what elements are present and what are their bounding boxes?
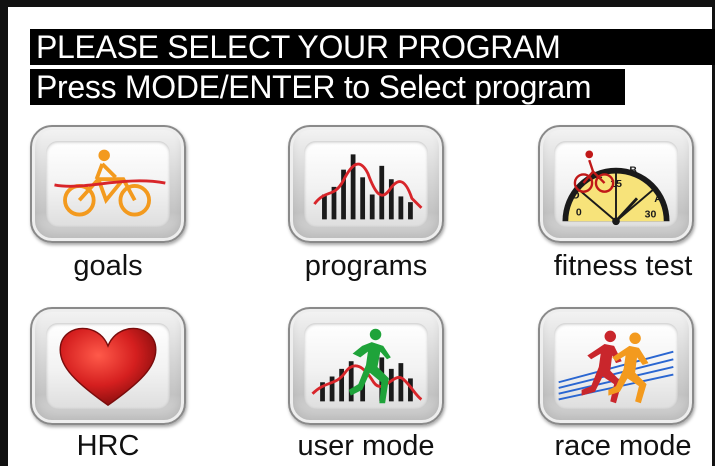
hrc-label: HRC xyxy=(76,430,140,462)
fitness-test-label: fitness test xyxy=(553,250,693,282)
programs-label: programs xyxy=(304,250,428,282)
goals-button-face xyxy=(46,141,170,227)
race-mode-button[interactable] xyxy=(538,307,694,425)
runner-on-graph-icon xyxy=(311,328,423,404)
user-mode-button-face xyxy=(304,323,428,409)
gauge-zone-b: B xyxy=(629,164,637,176)
two-runners-icon xyxy=(558,330,674,404)
speedometer-gauge-icon: 0 15 30 B C D A xyxy=(562,150,670,226)
race-mode-button-face xyxy=(554,323,678,409)
goals-button[interactable] xyxy=(30,125,186,243)
heart-icon xyxy=(59,327,157,407)
gauge-scale-30: 30 xyxy=(645,208,657,220)
hrc-button-face xyxy=(46,323,170,409)
programs-button-face xyxy=(304,141,428,227)
user-mode-label: user mode xyxy=(297,430,435,462)
program-select-screen: PLEASE SELECT YOUR PROGRAM Press MODE/EN… xyxy=(0,0,715,466)
fitness-test-button-face: 0 15 30 B C D A xyxy=(554,141,678,227)
gauge-scale-0: 0 xyxy=(576,207,582,219)
bar-graph-profile-icon xyxy=(313,154,423,220)
screen-title: PLEASE SELECT YOUR PROGRAM xyxy=(30,29,715,65)
hrc-button[interactable] xyxy=(30,307,186,425)
goals-label: goals xyxy=(73,250,143,282)
race-mode-label: race mode xyxy=(554,430,692,462)
user-mode-button[interactable] xyxy=(288,307,444,425)
gauge-zone-a: A xyxy=(654,193,662,205)
programs-button[interactable] xyxy=(288,125,444,243)
screen-instruction: Press MODE/ENTER to Select program xyxy=(30,69,625,105)
fitness-test-button[interactable]: 0 15 30 B C D A xyxy=(538,125,694,243)
bicycle-rider-icon xyxy=(54,149,166,217)
